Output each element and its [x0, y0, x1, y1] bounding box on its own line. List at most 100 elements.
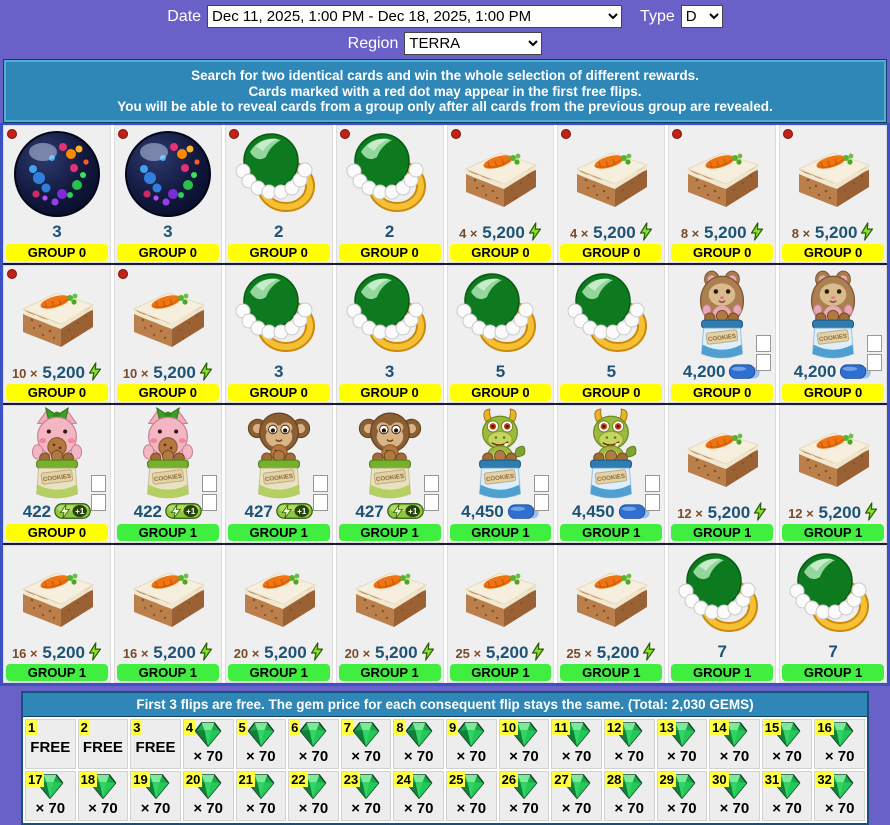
- flip-number: 12: [604, 719, 624, 735]
- flip-number: 32: [815, 771, 834, 787]
- spin-up-button[interactable]: [90, 474, 106, 492]
- quantity-spinner[interactable]: [423, 474, 439, 511]
- reward-amount: 5,200: [153, 362, 196, 382]
- reward-card: 25 × 5,200 GROUP 1: [446, 544, 555, 683]
- group-label: GROUP 0: [671, 383, 774, 401]
- reward-value: 3: [114, 222, 222, 242]
- reward-value: 12 × 5,200: [668, 501, 776, 522]
- spin-up-button[interactable]: [756, 334, 772, 352]
- flip-cost: × 70: [35, 799, 66, 817]
- flip-cost-cell: 17 × 70: [25, 770, 76, 821]
- group-label: GROUP 0: [6, 383, 108, 401]
- quantity-spinner[interactable]: [534, 474, 550, 511]
- energy-bolt-icon: [642, 641, 656, 666]
- pearl-ring-image: [345, 268, 435, 363]
- reward-amount: 3: [273, 361, 284, 381]
- flip-cost-cell: 13 × 70: [656, 718, 708, 769]
- reward-amount: 427: [355, 501, 384, 521]
- group-label: GROUP 1: [782, 663, 884, 681]
- red-dot-marker: [117, 128, 128, 139]
- flip-number: 1: [26, 719, 38, 735]
- spin-down-button[interactable]: [756, 353, 772, 371]
- spin-down-button[interactable]: [90, 493, 106, 511]
- spin-up-button[interactable]: [534, 474, 550, 492]
- flip-number: 2: [78, 719, 90, 735]
- spin-up-button[interactable]: [312, 474, 328, 492]
- quantity-spinner[interactable]: [867, 334, 882, 371]
- reward-value: 2: [225, 222, 333, 242]
- pearl-ring-image: [455, 268, 545, 363]
- flip-cost-cell: 26 × 70: [498, 770, 550, 821]
- quantity-spinner[interactable]: [645, 474, 661, 511]
- spin-up-button[interactable]: [201, 474, 217, 492]
- flip-cost: × 70: [456, 799, 487, 817]
- flip-number: 16: [815, 719, 834, 735]
- flip-number: 4: [183, 719, 196, 735]
- spin-up-button[interactable]: [645, 474, 661, 492]
- group-label: GROUP 0: [227, 383, 330, 401]
- spin-down-button[interactable]: [201, 493, 217, 511]
- flip-cost-cell: 10 × 70: [498, 718, 550, 769]
- flip-number: 18: [78, 771, 98, 787]
- red-dot-marker: [783, 128, 794, 139]
- card-row: COOKIES 422 +1 GROUP 0 COOKIES 422 +1 GROUP …: [3, 402, 887, 543]
- quantity-spinner[interactable]: [90, 474, 106, 511]
- flip-cost-cell: 2 FREE: [77, 718, 129, 769]
- carrot-cake-image: [566, 128, 656, 223]
- spin-down-button[interactable]: [645, 493, 661, 511]
- free-flip-label: FREE: [82, 738, 123, 756]
- carrot-cake-image: [677, 128, 767, 223]
- spin-down-button[interactable]: [312, 493, 328, 511]
- flip-cost: × 70: [824, 799, 855, 817]
- spin-up-button[interactable]: [867, 334, 882, 352]
- date-type-row: Date Dec 11, 2025, 1:00 PM - Dec 18, 202…: [0, 5, 890, 28]
- gem-icon: [298, 721, 328, 748]
- reward-value: 3: [3, 222, 111, 242]
- flip-cost: × 70: [561, 747, 592, 765]
- carrot-cake-image: [788, 408, 878, 503]
- energy-bolt-icon: [310, 641, 324, 666]
- group-label: GROUP 0: [560, 383, 663, 401]
- red-dot-marker: [228, 128, 239, 139]
- type-select[interactable]: D: [680, 5, 723, 28]
- filters-toolbar: Date Dec 11, 2025, 1:00 PM - Dec 18, 202…: [0, 0, 890, 55]
- energy-bolt-icon: [753, 501, 767, 526]
- reward-card: COOKIES 4,450 GROUP 1: [557, 404, 666, 543]
- flip-cost-cell: 4 × 70: [182, 718, 234, 769]
- flip-number: 17: [26, 771, 45, 787]
- date-select[interactable]: Dec 11, 2025, 1:00 PM - Dec 18, 2025, 1:…: [207, 5, 623, 28]
- quantity-spinner[interactable]: [756, 334, 772, 371]
- flip-number: 22: [289, 771, 308, 787]
- dragon-cookie-jar-image: COOKIES: [574, 406, 648, 509]
- gem-icon: [246, 721, 276, 748]
- info-line-2: Cards marked with a red dot may appear i…: [248, 83, 642, 99]
- spin-down-button[interactable]: [534, 493, 550, 511]
- group-label: GROUP 0: [227, 243, 330, 261]
- reward-amount: 5,200: [593, 222, 636, 242]
- energy-bolt-icon: [864, 501, 878, 526]
- spin-up-button[interactable]: [423, 474, 439, 492]
- energy-pill-plus1-icon: +1: [386, 502, 424, 525]
- group-label: GROUP 1: [560, 523, 663, 541]
- reward-amount: 5,200: [153, 642, 196, 662]
- dragon-cookie-jar-image: COOKIES: [463, 406, 537, 509]
- quantity-spinner[interactable]: [201, 474, 217, 511]
- spin-down-button[interactable]: [423, 493, 439, 511]
- group-label: GROUP 1: [671, 663, 774, 681]
- reward-amount: 5,200: [814, 222, 858, 242]
- flip-cost-panel: First 3 flips are free. The gem price fo…: [21, 690, 869, 825]
- reward-card: 4 × 5,200 GROUP 0: [446, 124, 555, 263]
- carrot-cake-image: [234, 548, 324, 643]
- svg-text:+1: +1: [408, 506, 418, 515]
- region-select[interactable]: TERRA: [404, 32, 543, 55]
- energy-bolt-icon: [199, 641, 213, 666]
- flip-number: 24: [394, 771, 413, 787]
- spin-down-button[interactable]: [867, 353, 882, 371]
- carrot-cake-image: [123, 268, 213, 363]
- energy-pill-plus1-icon: +1: [54, 502, 91, 525]
- flip-cost-cell: 9 × 70: [446, 718, 497, 769]
- flip-cost-cell: 28 × 70: [603, 770, 655, 821]
- reward-card: COOKIES 4,200 GROUP 0: [779, 264, 887, 403]
- quantity-spinner[interactable]: [312, 474, 328, 511]
- flip-cost-cell: 16 × 70: [814, 718, 865, 769]
